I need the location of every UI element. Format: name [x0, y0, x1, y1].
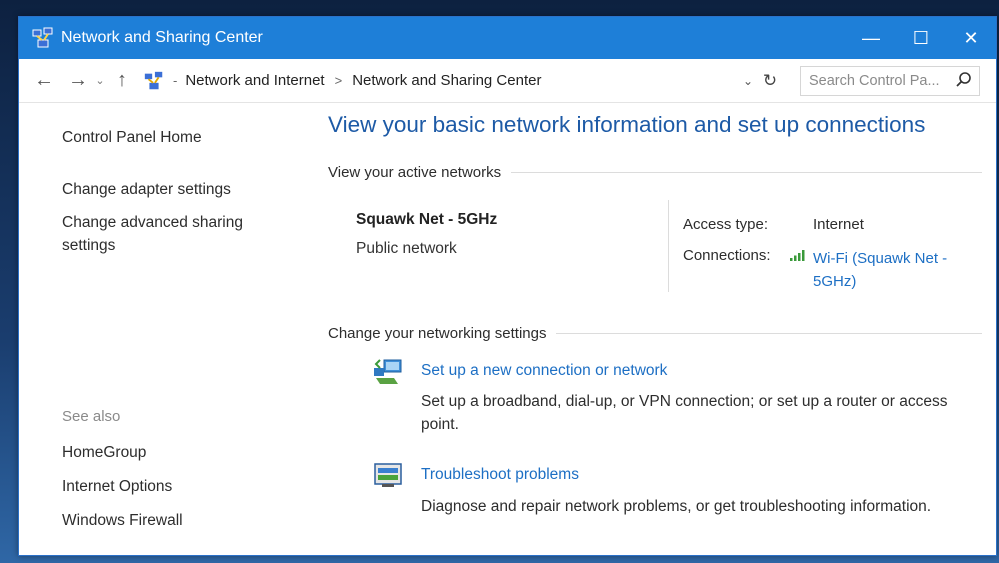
- vertical-divider: [668, 200, 669, 292]
- wifi-signal-icon: [790, 250, 805, 261]
- section-divider: [556, 333, 982, 334]
- change-advanced-sharing-link[interactable]: Change advanced sharing settings: [62, 211, 262, 257]
- setup-connection-description: Set up a broadband, dial-up, or VPN conn…: [421, 393, 948, 433]
- minimize-button[interactable]: —: [846, 17, 896, 59]
- main-content: View your basic network information and …: [328, 104, 988, 556]
- maximize-button[interactable]: ☐: [896, 17, 946, 59]
- section-divider: [511, 172, 982, 173]
- troubleshoot-description: Diagnose and repair network problems, or…: [421, 498, 932, 515]
- window-title: Network and Sharing Center: [61, 29, 263, 46]
- window-controls: — ☐ ✕: [846, 17, 996, 59]
- change-settings-section: Change your networking settings: [328, 325, 982, 342]
- breadcrumb-separator[interactable]: >: [335, 73, 343, 88]
- network-connection-icon: [374, 359, 402, 384]
- back-button[interactable]: ←: [31, 69, 57, 92]
- breadcrumb[interactable]: - Network and Internet > Network and Sha…: [139, 66, 541, 96]
- connections-label: Connections:: [683, 247, 771, 264]
- breadcrumb-network-sharing-center[interactable]: Network and Sharing Center: [352, 72, 541, 89]
- wifi-connection-link[interactable]: Wi-Fi (Squawk Net - 5GHz): [813, 247, 973, 293]
- up-button[interactable]: ↑: [109, 69, 135, 92]
- access-type-label: Access type:: [683, 216, 769, 233]
- search-input[interactable]: Search Control Pa...: [800, 66, 980, 96]
- homegroup-link[interactable]: HomeGroup: [62, 441, 146, 464]
- see-also-caption: See also: [62, 408, 121, 425]
- network-sharing-center-window: Network and Sharing Center — ☐ ✕ ← → ⌄ ↑…: [18, 16, 997, 556]
- network-category: Public network: [356, 240, 457, 257]
- access-type-value: Internet: [813, 216, 864, 233]
- network-name: Squawk Net - 5GHz: [356, 211, 498, 228]
- troubleshoot-link[interactable]: Troubleshoot problems: [421, 466, 579, 484]
- sidebar: Control Panel Home Change adapter settin…: [19, 104, 309, 556]
- search-icon[interactable]: [955, 71, 973, 89]
- refresh-button[interactable]: ↻: [759, 71, 781, 91]
- control-panel-home-link[interactable]: Control Panel Home: [62, 126, 202, 149]
- title-bar[interactable]: Network and Sharing Center — ☐ ✕: [19, 17, 996, 59]
- troubleshoot-icon: [374, 463, 402, 487]
- setup-connection-link[interactable]: Set up a new connection or network: [421, 362, 667, 380]
- control-panel-icon: [144, 71, 163, 89]
- address-dropdown-button[interactable]: ⌄: [737, 74, 759, 88]
- breadcrumb-separator: -: [173, 73, 178, 88]
- internet-options-link[interactable]: Internet Options: [62, 475, 172, 498]
- page-title: View your basic network information and …: [328, 112, 926, 137]
- address-bar: ← → ⌄ ↑ - Network and Internet > Network…: [19, 59, 996, 103]
- active-networks-title: View your active networks: [328, 164, 502, 181]
- windows-firewall-link[interactable]: Windows Firewall: [62, 509, 183, 532]
- change-adapter-settings-link[interactable]: Change adapter settings: [62, 178, 231, 201]
- breadcrumb-network-internet[interactable]: Network and Internet: [185, 72, 324, 89]
- search-placeholder: Search Control Pa...: [809, 73, 940, 89]
- recent-locations-button[interactable]: ⌄: [91, 74, 109, 87]
- address-actions: ⌄ ↻: [737, 67, 781, 95]
- change-settings-title: Change your networking settings: [328, 325, 547, 342]
- close-button[interactable]: ✕: [946, 17, 996, 59]
- active-networks-section: View your active networks: [328, 164, 982, 181]
- network-center-icon: [32, 27, 53, 48]
- forward-button[interactable]: →: [65, 69, 91, 92]
